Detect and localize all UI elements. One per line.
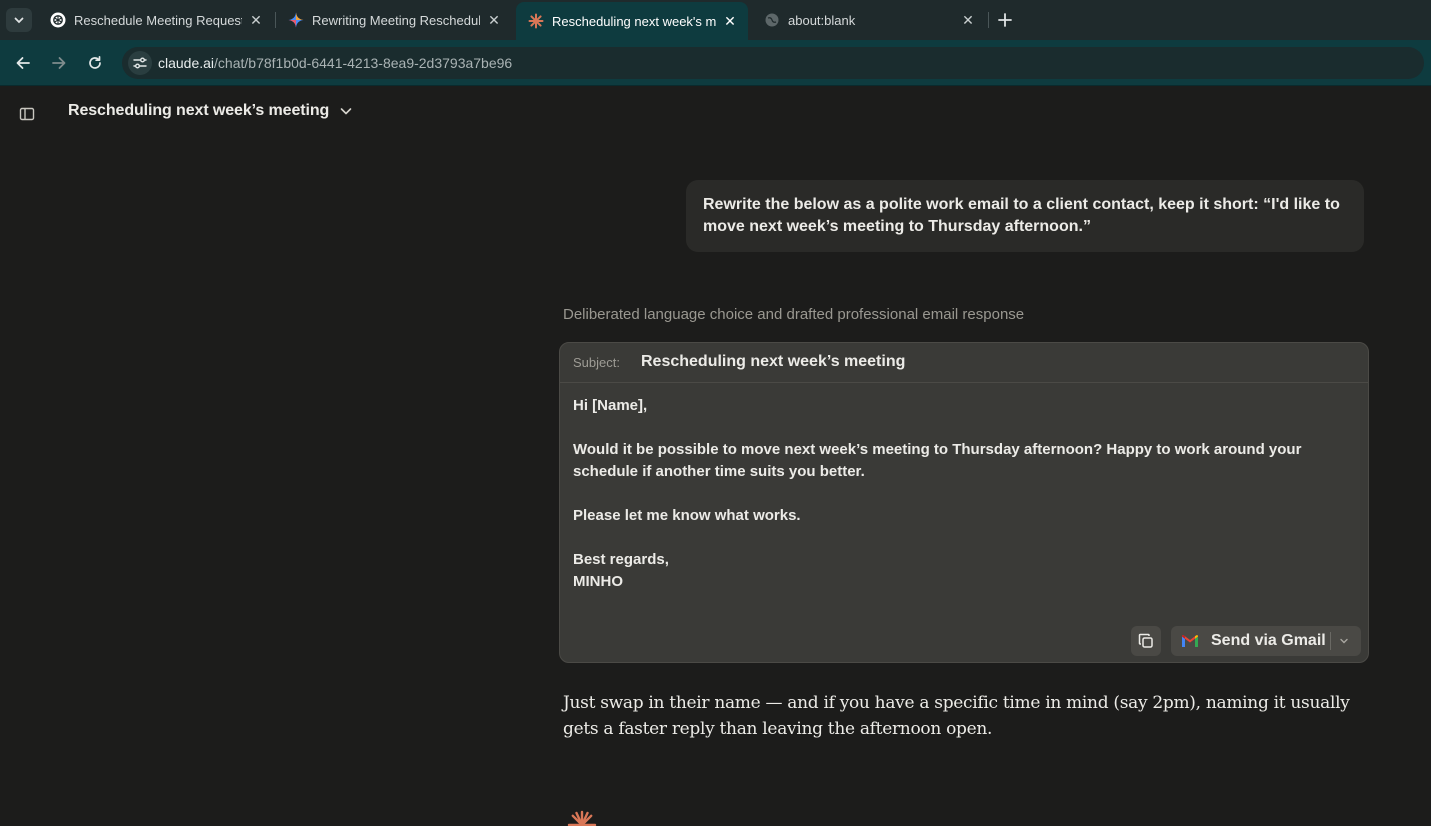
plus-icon xyxy=(998,13,1012,27)
email-signature: MINHO xyxy=(573,573,623,590)
globe-icon xyxy=(764,12,780,28)
email-body: Hi [Name], Would it be possible to move … xyxy=(573,395,1343,593)
arrow-left-icon xyxy=(16,57,30,69)
user-message: Rewrite the below as a polite work email… xyxy=(686,180,1364,252)
browser-tab-1[interactable]: Reschedule Meeting Request ✕ xyxy=(38,4,274,36)
chevron-down-icon xyxy=(339,104,353,118)
claude-spark-icon xyxy=(565,808,599,826)
gmail-icon xyxy=(1182,635,1198,647)
tab-title: Rescheduling next week's mee xyxy=(552,13,716,29)
email-signoff: Best regards, xyxy=(573,551,669,568)
url-host: claude.ai xyxy=(158,55,215,71)
chevron-down-icon xyxy=(14,17,24,24)
browser-tab-4[interactable]: about:blank ✕ xyxy=(752,4,986,36)
email-paragraph: Please let me know what works. xyxy=(573,507,801,524)
openai-icon xyxy=(50,12,66,28)
copy-icon xyxy=(1138,633,1153,648)
tune-icon xyxy=(133,57,147,69)
tab-divider xyxy=(988,12,989,28)
arrow-right-icon xyxy=(52,57,66,69)
back-button[interactable] xyxy=(13,53,33,73)
tab-search-button[interactable] xyxy=(6,8,32,32)
close-tab-icon[interactable]: ✕ xyxy=(248,12,264,28)
chat-title-button[interactable]: Rescheduling next week’s meeting xyxy=(68,102,353,120)
close-tab-icon[interactable]: ✕ xyxy=(486,12,502,28)
thinking-summary-toggle[interactable]: Deliberated language choice and drafted … xyxy=(563,306,1024,323)
email-paragraph: Would it be possible to move next week’s… xyxy=(573,441,1302,480)
tab-title: about:blank xyxy=(788,12,856,28)
tab-title: Reschedule Meeting Request xyxy=(74,12,242,28)
browser-tab-3-active[interactable]: Rescheduling next week's mee ✕ xyxy=(516,2,748,40)
sidebar-icon xyxy=(19,107,35,121)
close-tab-icon[interactable]: ✕ xyxy=(960,12,976,28)
browser-tab-2[interactable]: Rewriting Meeting Reschedule ✕ xyxy=(276,4,512,36)
subject-value: Rescheduling next week’s meeting xyxy=(641,353,906,370)
close-tab-icon[interactable]: ✕ xyxy=(722,13,738,29)
claude-icon xyxy=(528,13,544,29)
sidebar-toggle-button[interactable] xyxy=(16,103,38,125)
chat-title: Rescheduling next week’s meeting xyxy=(68,102,330,119)
send-options-dropdown[interactable] xyxy=(1337,635,1351,647)
reload-icon xyxy=(89,55,101,69)
tab-title: Rewriting Meeting Reschedule xyxy=(312,12,480,28)
new-tab-button[interactable] xyxy=(995,10,1015,30)
browser-tab-bar: Reschedule Meeting Request ✕ Rewriting M… xyxy=(0,0,1431,40)
send-button-label: Send via Gmail xyxy=(1211,632,1326,649)
send-via-gmail-button[interactable]: Send via Gmail xyxy=(1171,626,1361,656)
url-text: claude.ai/chat/b78f1b0d-6441-4213-8ea9-2… xyxy=(158,55,512,71)
reload-button[interactable] xyxy=(85,53,105,73)
chat-app: Rescheduling next week’s meeting Rewrite… xyxy=(0,87,1431,826)
address-bar[interactable]: claude.ai/chat/b78f1b0d-6441-4213-8ea9-2… xyxy=(122,47,1424,79)
url-path: /chat/b78f1b0d-6441-4213-8ea9-2d3793a7be… xyxy=(214,55,513,71)
gemini-icon xyxy=(288,12,304,28)
assistant-reply-text: Just swap in their name — and if you hav… xyxy=(563,693,1350,739)
subject-label: Subject: xyxy=(573,355,620,370)
email-greeting: Hi [Name], xyxy=(573,397,648,414)
email-subject-row: Subject: Rescheduling next week’s meetin… xyxy=(560,343,1368,383)
forward-button[interactable] xyxy=(49,53,69,73)
email-draft-card: Subject: Rescheduling next week’s meetin… xyxy=(559,342,1369,663)
chevron-down-icon xyxy=(1340,638,1348,644)
browser-toolbar: claude.ai/chat/b78f1b0d-6441-4213-8ea9-2… xyxy=(0,40,1431,86)
button-divider xyxy=(1330,632,1331,650)
site-info-button[interactable] xyxy=(128,51,152,75)
copy-button[interactable] xyxy=(1131,626,1161,656)
